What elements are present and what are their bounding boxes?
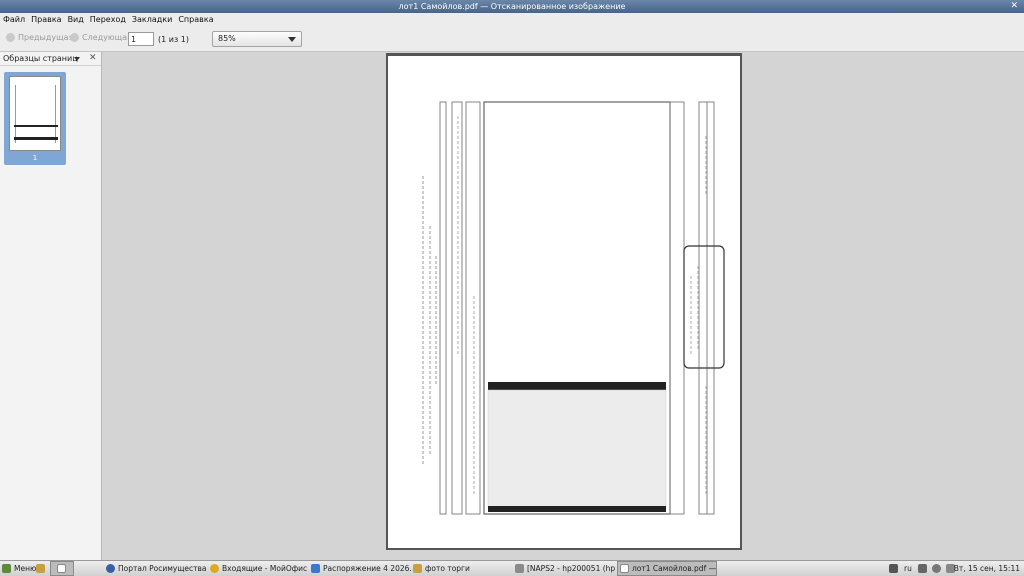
window-titlebar[interactable]: лот1 Самойлов.pdf — Отсканированное изоб… xyxy=(0,0,1024,13)
start-menu-button[interactable]: Меню xyxy=(2,561,36,576)
show-desktop-button[interactable] xyxy=(50,561,74,576)
arrow-down-icon xyxy=(70,33,79,42)
menu-icon xyxy=(2,564,11,573)
scanner-icon xyxy=(515,564,524,573)
chevron-down-icon xyxy=(288,37,296,42)
menu-help[interactable]: Справка xyxy=(178,15,213,24)
taskbar-item-folder[interactable]: фото торги xyxy=(413,561,513,576)
sidebar-header[interactable]: Образцы страниц ✕ xyxy=(0,52,101,66)
document-icon xyxy=(57,564,66,573)
start-menu-label: Меню xyxy=(14,564,37,573)
folder-icon xyxy=(413,564,422,573)
taskbar-item-label: фото торги xyxy=(425,564,470,573)
folder-icon xyxy=(36,564,45,573)
document-viewer[interactable] xyxy=(103,52,1024,560)
chevron-down-icon[interactable] xyxy=(74,57,80,61)
menu-bookmarks[interactable]: Закладки xyxy=(132,15,172,24)
close-icon[interactable]: ✕ xyxy=(1010,0,1018,13)
zoom-value: 85% xyxy=(218,34,236,43)
menu-edit[interactable]: Правка xyxy=(31,15,61,24)
browser-icon xyxy=(106,564,115,573)
taskbar-item-label: Портал Росимущества —... xyxy=(118,564,206,573)
previous-page-label: Предыдущая xyxy=(18,33,74,42)
scanned-page-image xyxy=(422,101,725,515)
window-title: лот1 Самойлов.pdf — Отсканированное изоб… xyxy=(398,2,626,11)
taskbar-item-scanner[interactable]: [NAPS2 - hp200051 (hp200... xyxy=(515,561,615,576)
page-number-input[interactable] xyxy=(128,32,154,46)
taskbar: Меню Портал Росимущества —... Входящие -… xyxy=(0,560,1024,576)
taskbar-item-label: Распоряжение 4 2026.do... xyxy=(323,564,411,573)
volume-icon[interactable] xyxy=(932,561,944,576)
page-count: (1 из 1) xyxy=(158,35,189,44)
close-sidebar-icon[interactable]: ✕ xyxy=(89,53,97,63)
taskbar-item-mail[interactable]: Входящие - МойОфис По... xyxy=(210,561,310,576)
keyboard-layout[interactable]: ru xyxy=(904,561,912,576)
page-thumbnail[interactable]: 1 xyxy=(4,72,66,165)
taskbar-item-pdf[interactable]: лот1 Самойлов.pdf — Отс... xyxy=(617,561,717,576)
taskbar-item-document[interactable]: Распоряжение 4 2026.do... xyxy=(311,561,411,576)
taskbar-item-label: Входящие - МойОфис По... xyxy=(222,564,310,573)
thumbnail-label: 1 xyxy=(32,154,38,162)
network-icon[interactable] xyxy=(889,561,901,576)
arrow-up-icon xyxy=(6,33,15,42)
zoom-select[interactable]: 85% xyxy=(212,31,302,47)
menu-view[interactable]: Вид xyxy=(68,15,84,24)
menu-bar: Файл Правка Вид Переход Закладки Справка xyxy=(0,13,1024,26)
next-page-button[interactable]: Следующая xyxy=(70,33,132,42)
sidebar: Образцы страниц ✕ 1 xyxy=(0,52,102,560)
taskbar-item-label: лот1 Самойлов.pdf — Отс... xyxy=(632,564,717,573)
text-document-icon xyxy=(311,564,320,573)
toolbar: Предыдущая Следующая (1 из 1) 85% xyxy=(0,26,1024,52)
taskbar-item-label: [NAPS2 - hp200051 (hp200... xyxy=(527,564,615,573)
sidebar-title: Образцы страниц xyxy=(3,54,78,63)
pdf-page xyxy=(386,53,742,550)
previous-page-button[interactable]: Предыдущая xyxy=(6,33,73,42)
menu-file[interactable]: Файл xyxy=(3,15,25,24)
display-icon[interactable] xyxy=(918,561,930,576)
mail-icon xyxy=(210,564,219,573)
thumbnail-image xyxy=(9,76,61,151)
file-manager-launcher[interactable] xyxy=(36,561,48,576)
menu-go[interactable]: Переход xyxy=(90,15,126,24)
pdf-icon xyxy=(620,564,629,573)
taskbar-item-browser[interactable]: Портал Росимущества —... xyxy=(106,561,206,576)
next-page-label: Следующая xyxy=(82,33,132,42)
clock[interactable]: Вт, 15 сен, 15:11 xyxy=(954,564,1020,573)
